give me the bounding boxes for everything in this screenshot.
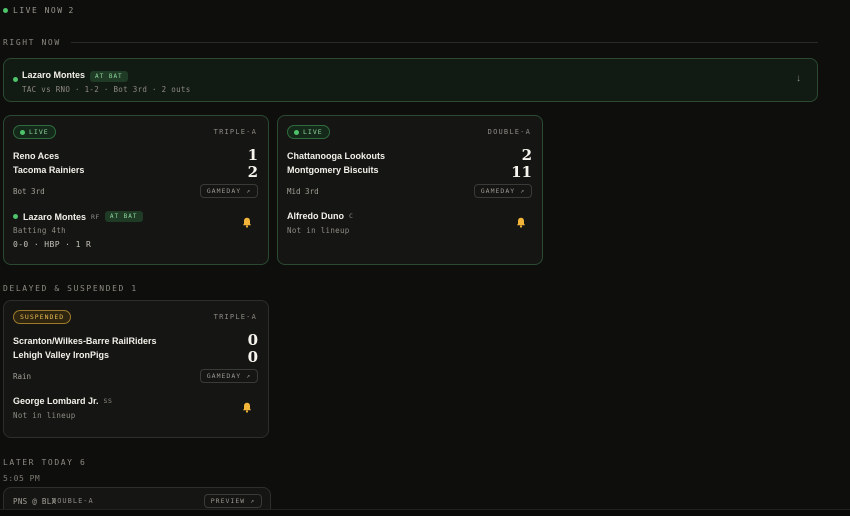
team-home-name: Tacoma Rainiers — [13, 165, 85, 175]
section-divider — [70, 42, 818, 43]
now-batting-banner[interactable]: Lazaro Montes AT BAT TAC vs RNO · 1-2 · … — [3, 58, 818, 102]
team-home-score: 0 — [247, 348, 258, 366]
suspended-pill: SUSPENDED — [13, 310, 72, 324]
right-now-heading: RIGHT NOW — [3, 38, 818, 47]
live-now-label: LIVE NOW — [13, 6, 64, 15]
player-position: RF — [91, 212, 100, 221]
bell-icon[interactable] — [516, 217, 526, 228]
right-now-label: RIGHT NOW — [3, 38, 61, 47]
gameday-button[interactable]: GAMEDAY ↗ — [473, 184, 532, 198]
player-lineup-status: Not in lineup — [13, 411, 76, 420]
team-away-name: Scranton/Wilkes-Barre RailRiders — [13, 336, 157, 346]
player-stat-line: 0-0 · HBP · 1 R — [13, 240, 92, 249]
game-status-label: LIVE — [29, 128, 49, 136]
player-lineup-status: Not in lineup — [287, 226, 350, 235]
live-indicator-dot — [13, 214, 18, 219]
team-home-name: Lehigh Valley IronPigs — [13, 350, 110, 360]
game-card[interactable]: SUSPENDED TRIPLE-A Scranton/Wilkes-Barre… — [3, 300, 269, 438]
player-position: SS — [103, 397, 113, 405]
bell-icon[interactable] — [242, 217, 252, 228]
bottom-bar — [0, 509, 850, 516]
live-indicator-dot — [20, 129, 25, 135]
team-away-score: 2 — [521, 146, 532, 164]
matchup-label: PNS @ BLX — [13, 497, 57, 506]
team-home-score: 2 — [247, 163, 258, 181]
league-level: DOUBLE-A — [487, 128, 531, 136]
league-level: TRIPLE-A — [213, 128, 257, 136]
arrow-down-icon[interactable]: ↓ — [796, 73, 801, 84]
later-today-heading: LATER TODAY 6 — [3, 458, 87, 467]
tracked-player-row: Alfredo Duno C — [287, 211, 353, 221]
bell-icon[interactable] — [242, 402, 252, 413]
inning-status: Bot 3rd — [13, 187, 45, 196]
team-home-score: 11 — [511, 163, 532, 181]
tracked-player-row: George Lombard Jr. SS — [13, 396, 112, 406]
game-card[interactable]: LIVE TRIPLE-A Reno Aces 1 Tacoma Rainier… — [3, 115, 269, 265]
live-now-status: LIVE NOW 2 — [3, 6, 75, 15]
preview-button[interactable]: PREVIEW ↗ — [203, 494, 262, 508]
team-home-name: Montgomery Biscuits — [287, 165, 379, 175]
game-status-label: LIVE — [303, 128, 323, 136]
player-name: Alfredo Duno — [287, 211, 344, 221]
player-name: George Lombard Jr. — [13, 396, 99, 406]
at-bat-badge: AT BAT — [104, 211, 143, 222]
team-away-score: 0 — [247, 331, 258, 349]
delayed-suspended-heading: DELAYED & SUSPENDED 1 — [3, 284, 138, 293]
team-away-name: Chattanooga Lookouts — [287, 151, 385, 161]
team-away-name: Reno Aces — [13, 151, 60, 161]
live-pill: LIVE — [287, 125, 330, 139]
player-name: Lazaro Montes — [23, 211, 87, 222]
gameday-button[interactable]: GAMEDAY ↗ — [199, 369, 258, 383]
delay-reason: Rain — [13, 372, 32, 381]
team-away-score: 1 — [247, 146, 258, 164]
live-indicator-dot — [294, 129, 299, 135]
time-group-label: 5:05 PM — [3, 474, 41, 483]
player-position: C — [349, 212, 354, 220]
live-indicator-dot — [13, 77, 18, 82]
live-pill: LIVE — [13, 125, 56, 139]
player-lineup-status: Batting 4th — [13, 226, 66, 235]
tracked-player-row: Lazaro Montes RF AT BAT — [13, 211, 143, 222]
banner-game-detail: TAC vs RNO · 1-2 · Bot 3rd · 2 outs — [22, 85, 191, 94]
inning-status: Mid 3rd — [287, 187, 319, 196]
at-bat-badge: AT BAT — [90, 71, 128, 82]
live-now-count: 2 — [68, 6, 75, 15]
league-level: TRIPLE-A — [213, 313, 257, 321]
gameday-button[interactable]: GAMEDAY ↗ — [199, 184, 258, 198]
live-indicator-dot — [3, 8, 8, 13]
game-card[interactable]: LIVE DOUBLE-A Chattanooga Lookouts 2 Mon… — [277, 115, 543, 265]
league-level: DOUBLE-A — [52, 497, 94, 505]
banner-player-name: Lazaro Montes — [22, 70, 86, 80]
